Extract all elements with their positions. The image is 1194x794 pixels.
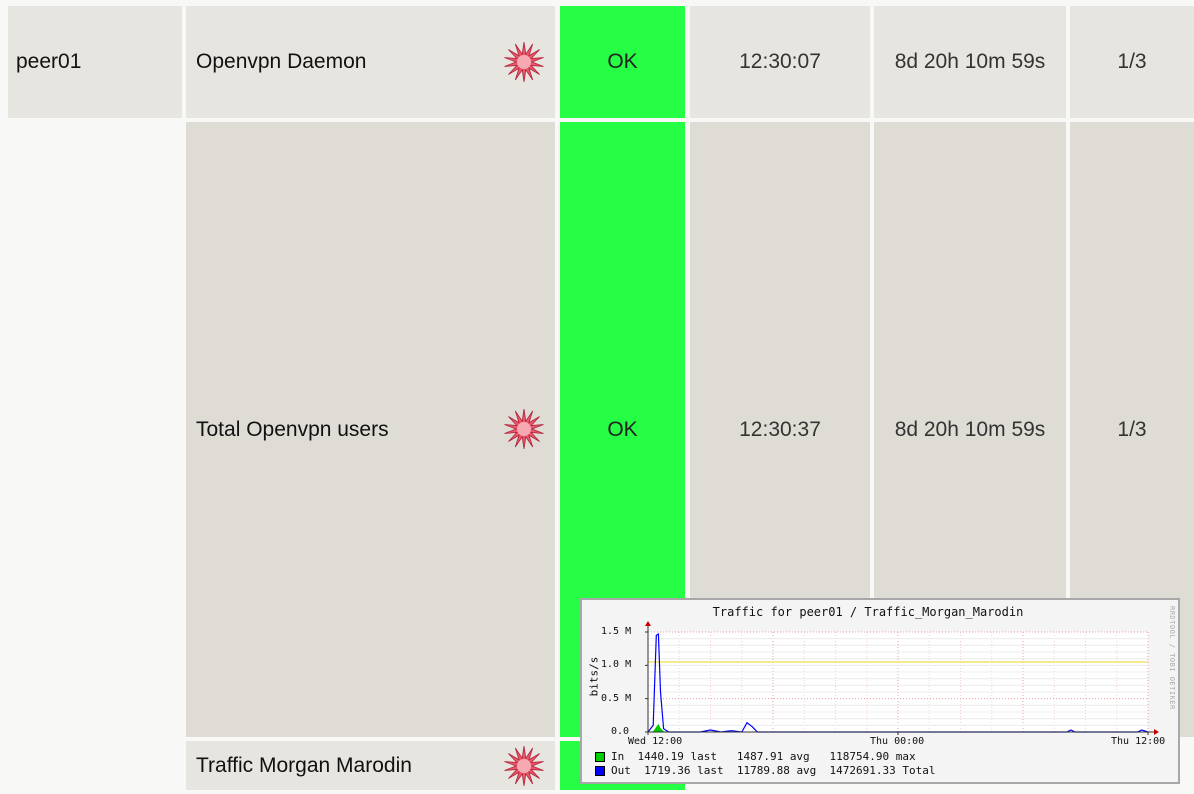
x-tick-label: Thu 12:00: [1111, 736, 1166, 747]
host-link[interactable]: peer01: [16, 50, 81, 74]
attempt: 1/3: [1070, 6, 1194, 118]
traffic-graph-popup: Traffic for peer01 / Traffic_Morgan_Maro…: [580, 598, 1180, 784]
service-name[interactable]: Openvpn Daemon: [196, 50, 366, 74]
legend-stats: 1719.36 last 11789.88 avg 1472691.33 Tot…: [630, 764, 936, 777]
duration: 8d 20h 10m 59s: [874, 6, 1066, 118]
legend-out: Out 1719.36 last 11789.88 avg 1472691.33…: [595, 764, 936, 777]
y-tick-label: 0.5 M: [601, 693, 632, 704]
legend-stats: 1440.19 last 1487.91 avg 118754.90 max: [624, 750, 916, 763]
service-row-total-openvpn-users: Total Openvpn users: [186, 122, 555, 737]
service-row-openvpn-daemon: Openvpn Daemon: [186, 6, 555, 118]
y-tick-label: 1.5 M: [601, 626, 632, 637]
service-name[interactable]: Traffic Morgan Marodin: [196, 754, 412, 778]
x-axis-arrow: [1154, 729, 1159, 735]
legend-name: In: [611, 750, 625, 763]
status-badge: OK: [560, 6, 685, 118]
legend-name: Out: [611, 764, 631, 777]
pnp-graph-star-icon[interactable]: [503, 408, 545, 450]
legend-in: In 1440.19 last 1487.91 avg 118754.90 ma…: [595, 750, 916, 763]
y-tick-label: 1.0 M: [601, 659, 632, 670]
y-tick-label: 0.0: [611, 726, 630, 737]
legend-swatch-out: [595, 765, 605, 776]
service-row-traffic-morgan-marodin: Traffic Morgan Marodin: [186, 741, 555, 790]
host-name-peer01[interactable]: peer01: [8, 6, 182, 118]
legend-swatch-in: [595, 751, 605, 762]
y-axis-arrow: [645, 621, 651, 626]
last-check: 12:30:07: [690, 6, 870, 118]
pnp-graph-star-icon[interactable]: [503, 745, 545, 787]
x-tick-label: Wed 12:00: [628, 736, 683, 747]
service-name[interactable]: Total Openvpn users: [196, 418, 389, 442]
pnp-graph-star-icon[interactable]: [503, 41, 545, 83]
x-tick-label: Thu 00:00: [870, 736, 925, 747]
